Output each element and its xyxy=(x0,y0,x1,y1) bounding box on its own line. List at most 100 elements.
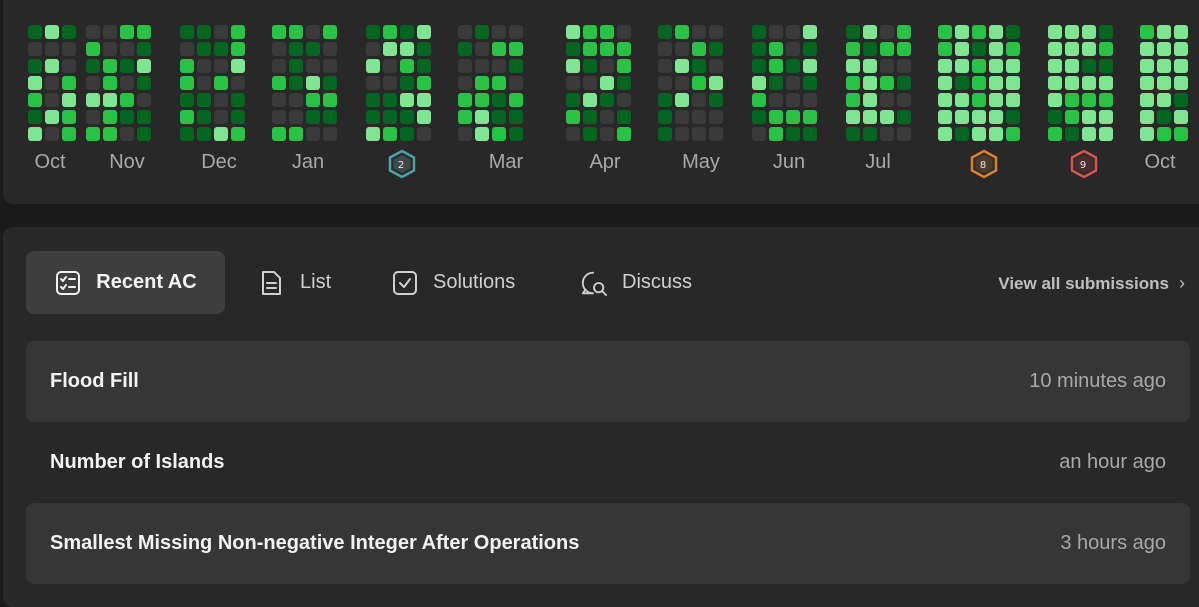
heatmap-day-cell[interactable] xyxy=(458,110,472,124)
heatmap-day-cell[interactable] xyxy=(86,110,100,124)
heatmap-day-cell[interactable] xyxy=(214,59,228,73)
heatmap-day-cell[interactable] xyxy=(475,76,489,90)
heatmap-day-cell[interactable] xyxy=(709,42,723,56)
heatmap-day-cell[interactable] xyxy=(803,127,817,141)
heatmap-day-cell[interactable] xyxy=(880,127,894,141)
heatmap-day-cell[interactable] xyxy=(509,59,523,73)
heatmap-day-cell[interactable] xyxy=(45,25,59,39)
heatmap-day-cell[interactable] xyxy=(1048,76,1062,90)
heatmap-day-cell[interactable] xyxy=(617,127,631,141)
heatmap-day-cell[interactable] xyxy=(137,25,151,39)
heatmap-day-cell[interactable] xyxy=(231,93,245,107)
heatmap-day-cell[interactable] xyxy=(692,127,706,141)
heatmap-day-cell[interactable] xyxy=(880,110,894,124)
heatmap-day-cell[interactable] xyxy=(897,127,911,141)
heatmap-day-cell[interactable] xyxy=(231,76,245,90)
heatmap-day-cell[interactable] xyxy=(45,76,59,90)
heatmap-day-cell[interactable] xyxy=(752,110,766,124)
heatmap-day-cell[interactable] xyxy=(323,110,337,124)
heatmap-day-cell[interactable] xyxy=(306,25,320,39)
heatmap-day-cell[interactable] xyxy=(458,42,472,56)
heatmap-day-cell[interactable] xyxy=(752,59,766,73)
heatmap-day-cell[interactable] xyxy=(120,42,134,56)
heatmap-day-cell[interactable] xyxy=(180,25,194,39)
heatmap-day-cell[interactable] xyxy=(658,93,672,107)
heatmap-day-cell[interactable] xyxy=(272,110,286,124)
heatmap-day-cell[interactable] xyxy=(214,110,228,124)
heatmap-day-cell[interactable] xyxy=(972,110,986,124)
heatmap-day-cell[interactable] xyxy=(566,42,580,56)
heatmap-day-cell[interactable] xyxy=(214,127,228,141)
heatmap-day-cell[interactable] xyxy=(120,59,134,73)
heatmap-day-cell[interactable] xyxy=(955,25,969,39)
heatmap-day-cell[interactable] xyxy=(675,42,689,56)
heatmap-day-cell[interactable] xyxy=(103,25,117,39)
heatmap-day-cell[interactable] xyxy=(28,25,42,39)
heatmap-day-cell[interactable] xyxy=(1174,25,1188,39)
heatmap-day-cell[interactable] xyxy=(846,59,860,73)
heatmap-day-cell[interactable] xyxy=(1082,42,1096,56)
heatmap-day-cell[interactable] xyxy=(45,127,59,141)
heatmap-day-cell[interactable] xyxy=(692,42,706,56)
heatmap-day-cell[interactable] xyxy=(863,93,877,107)
heatmap-day-cell[interactable] xyxy=(475,42,489,56)
tab-discuss[interactable]: Discuss xyxy=(580,251,692,314)
heatmap-day-cell[interactable] xyxy=(955,110,969,124)
heatmap-day-cell[interactable] xyxy=(1174,127,1188,141)
heatmap-day-cell[interactable] xyxy=(62,59,76,73)
heatmap-day-cell[interactable] xyxy=(1157,110,1171,124)
heatmap-day-cell[interactable] xyxy=(863,42,877,56)
heatmap-day-cell[interactable] xyxy=(863,127,877,141)
heatmap-day-cell[interactable] xyxy=(272,93,286,107)
heatmap-day-cell[interactable] xyxy=(400,42,414,56)
heatmap-day-cell[interactable] xyxy=(752,76,766,90)
heatmap-day-cell[interactable] xyxy=(400,127,414,141)
heatmap-day-cell[interactable] xyxy=(617,59,631,73)
submission-row[interactable]: Smallest Missing Non-negative Integer Af… xyxy=(26,503,1190,584)
heatmap-day-cell[interactable] xyxy=(972,127,986,141)
heatmap-day-cell[interactable] xyxy=(709,127,723,141)
submission-row[interactable]: Number of Islands an hour ago xyxy=(26,422,1190,503)
heatmap-day-cell[interactable] xyxy=(475,59,489,73)
heatmap-day-cell[interactable] xyxy=(658,110,672,124)
heatmap-day-cell[interactable] xyxy=(475,127,489,141)
heatmap-day-cell[interactable] xyxy=(1082,127,1096,141)
heatmap-day-cell[interactable] xyxy=(417,110,431,124)
heatmap-day-cell[interactable] xyxy=(583,127,597,141)
heatmap-day-cell[interactable] xyxy=(880,59,894,73)
heatmap-day-cell[interactable] xyxy=(955,93,969,107)
heatmap-day-cell[interactable] xyxy=(583,59,597,73)
heatmap-day-cell[interactable] xyxy=(1065,127,1079,141)
heatmap-day-cell[interactable] xyxy=(323,42,337,56)
heatmap-day-cell[interactable] xyxy=(1140,93,1154,107)
heatmap-day-cell[interactable] xyxy=(846,42,860,56)
heatmap-day-cell[interactable] xyxy=(492,110,506,124)
heatmap-day-cell[interactable] xyxy=(137,110,151,124)
heatmap-day-cell[interactable] xyxy=(675,76,689,90)
heatmap-day-cell[interactable] xyxy=(458,127,472,141)
heatmap-day-cell[interactable] xyxy=(880,93,894,107)
problem-title[interactable]: Number of Islands xyxy=(50,451,224,474)
heatmap-day-cell[interactable] xyxy=(137,127,151,141)
heatmap-day-cell[interactable] xyxy=(617,25,631,39)
heatmap-day-cell[interactable] xyxy=(846,110,860,124)
heatmap-day-cell[interactable] xyxy=(1006,25,1020,39)
heatmap-day-cell[interactable] xyxy=(180,76,194,90)
heatmap-day-cell[interactable] xyxy=(1157,59,1171,73)
heatmap-day-cell[interactable] xyxy=(62,93,76,107)
heatmap-day-cell[interactable] xyxy=(1099,127,1113,141)
heatmap-day-cell[interactable] xyxy=(475,93,489,107)
heatmap-day-cell[interactable] xyxy=(566,93,580,107)
heatmap-day-cell[interactable] xyxy=(197,76,211,90)
heatmap-day-cell[interactable] xyxy=(28,42,42,56)
heatmap-day-cell[interactable] xyxy=(600,110,614,124)
heatmap-day-cell[interactable] xyxy=(600,42,614,56)
heatmap-day-cell[interactable] xyxy=(197,25,211,39)
heatmap-day-cell[interactable] xyxy=(692,76,706,90)
heatmap-day-cell[interactable] xyxy=(383,127,397,141)
heatmap-day-cell[interactable] xyxy=(769,110,783,124)
problem-title[interactable]: Smallest Missing Non-negative Integer Af… xyxy=(50,532,579,555)
heatmap-day-cell[interactable] xyxy=(509,42,523,56)
heatmap-day-cell[interactable] xyxy=(880,25,894,39)
heatmap-day-cell[interactable] xyxy=(1048,110,1062,124)
